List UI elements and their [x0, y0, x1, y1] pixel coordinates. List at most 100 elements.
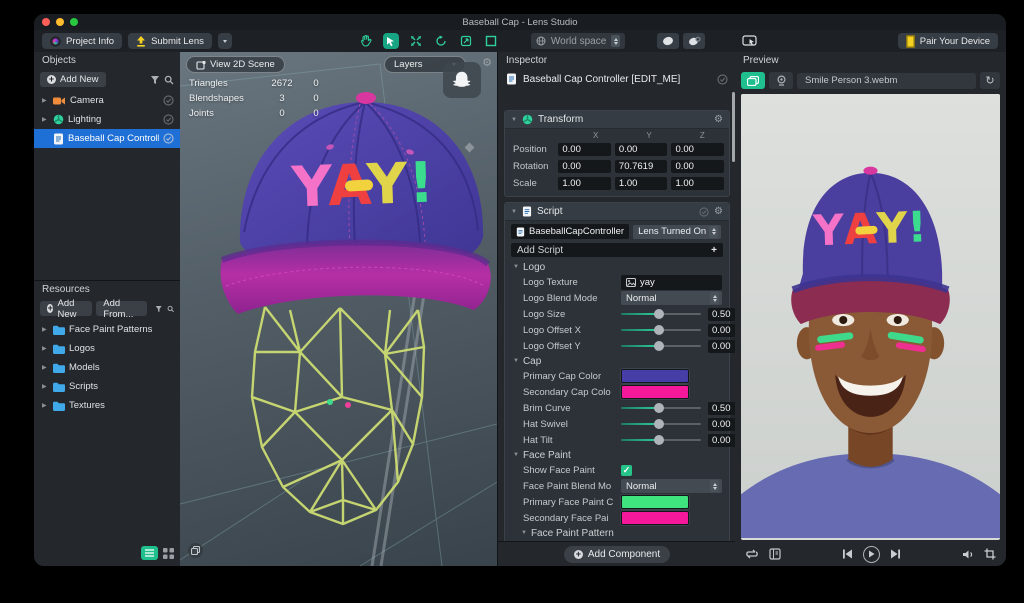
- logo-offset-y-slider[interactable]: [621, 340, 701, 352]
- logo-size-slider[interactable]: [621, 308, 701, 320]
- enabled-toggle-icon[interactable]: [163, 133, 174, 144]
- rect-tool-icon[interactable]: [483, 33, 499, 49]
- secondary-cap-color-swatch[interactable]: [621, 385, 689, 399]
- loop-icon[interactable]: [745, 548, 759, 560]
- select-tool-icon[interactable]: [383, 33, 399, 49]
- face-paint-blend-dropdown[interactable]: Normal: [621, 479, 722, 493]
- preview-video[interactable]: YAY!: [741, 94, 1000, 540]
- restart-preview-button[interactable]: ↻: [980, 72, 1000, 89]
- enabled-toggle-icon[interactable]: [699, 207, 709, 217]
- hat-tilt-value[interactable]: 0.00: [708, 434, 737, 447]
- filter-icon[interactable]: [155, 304, 162, 314]
- search-icon[interactable]: [164, 75, 174, 85]
- script-gear-icon[interactable]: ⚙: [714, 206, 723, 217]
- enabled-toggle-icon[interactable]: [717, 74, 728, 85]
- face-paint-pattern-header[interactable]: ▼ Face Paint Pattern: [505, 526, 729, 540]
- snapchat-ghost-button[interactable]: [443, 62, 481, 98]
- script-event-dropdown[interactable]: Lens Turned On: [633, 225, 721, 239]
- material-icon[interactable]: [657, 33, 679, 49]
- webcam-button[interactable]: [769, 72, 793, 89]
- crop-icon[interactable]: [984, 548, 996, 560]
- logo-offset-x-slider[interactable]: [621, 324, 701, 336]
- tree-item-baseball-cap-controller[interactable]: ▶ Baseball Cap Controller [EDI: [34, 129, 180, 148]
- script-asset-chip[interactable]: BaseballCapController: [511, 224, 629, 239]
- primary-face-paint-swatch[interactable]: [621, 495, 689, 509]
- expand-caret-icon[interactable]: ▶: [42, 364, 49, 371]
- logo-offset-y-value[interactable]: 0.00: [708, 340, 737, 353]
- grid-view-button[interactable]: [163, 548, 174, 559]
- expand-caret-icon[interactable]: ▶: [42, 383, 49, 390]
- expand-caret-icon[interactable]: ▶: [42, 326, 49, 333]
- logo-section-header[interactable]: ▼ Logo: [505, 260, 729, 274]
- logo-offset-x-value[interactable]: 0.00: [708, 324, 737, 337]
- logo-blend-dropdown[interactable]: Normal: [621, 291, 722, 305]
- collapse-caret-icon[interactable]: ▼: [511, 209, 517, 215]
- expand-caret-icon[interactable]: ▶: [42, 116, 49, 123]
- scale-x-field[interactable]: 1.00: [558, 177, 611, 190]
- play-button[interactable]: [863, 546, 880, 563]
- logo-texture-field[interactable]: yay: [621, 275, 722, 290]
- rotation-y-field[interactable]: 70.7619: [615, 160, 668, 173]
- snapshot-icon[interactable]: [188, 543, 203, 558]
- expand-caret-icon[interactable]: ▶: [42, 345, 49, 352]
- preview-source-dropdown[interactable]: Smile Person 3.webm: [797, 73, 976, 89]
- submit-lens-dropdown[interactable]: [218, 33, 232, 49]
- cap-section-header[interactable]: ▼ Cap: [505, 354, 729, 368]
- position-y-field[interactable]: 0.00: [615, 143, 668, 156]
- position-x-field[interactable]: 0.00: [558, 143, 611, 156]
- scale-z-field[interactable]: 1.00: [671, 177, 724, 190]
- rotation-x-field[interactable]: 0.00: [558, 160, 611, 173]
- enabled-toggle-icon[interactable]: [163, 114, 174, 125]
- inspected-object-row[interactable]: Baseball Cap Controller [EDIT_ME]: [498, 70, 736, 88]
- scene-viewport[interactable]: YAY! View 2D Scene Layers ⚙ Triangles267…: [180, 52, 497, 566]
- view-2d-scene-button[interactable]: View 2D Scene: [186, 56, 285, 73]
- show-face-paint-checkbox[interactable]: ✓: [621, 465, 632, 476]
- transform-gear-icon[interactable]: ⚙: [714, 114, 723, 125]
- rotate-tool-icon[interactable]: [433, 33, 449, 49]
- scale-y-field[interactable]: 1.00: [615, 177, 668, 190]
- folder-logos[interactable]: ▶ Logos: [34, 339, 180, 358]
- collapse-caret-icon[interactable]: ▼: [511, 117, 517, 123]
- objects-add-new-button[interactable]: + Add New: [40, 72, 106, 87]
- transform-tool-icon[interactable]: [458, 33, 474, 49]
- face-paint-section-header[interactable]: ▼ Face Paint: [505, 448, 729, 462]
- material-add-icon[interactable]: [683, 33, 705, 49]
- tree-item-camera[interactable]: ▶ Camera: [34, 91, 180, 110]
- position-z-field[interactable]: 0.00: [671, 143, 724, 156]
- overlay-panel-icon[interactable]: [769, 548, 781, 560]
- select-region-icon[interactable]: [741, 33, 757, 49]
- folder-models[interactable]: ▶ Models: [34, 358, 180, 377]
- folder-textures[interactable]: ▶ Textures: [34, 396, 180, 415]
- volume-icon[interactable]: [962, 549, 974, 560]
- list-view-button[interactable]: [141, 546, 158, 560]
- add-from-button[interactable]: Add From...: [96, 301, 147, 316]
- move-tool-icon[interactable]: [408, 33, 424, 49]
- hat-swivel-slider[interactable]: [621, 418, 701, 430]
- folder-scripts[interactable]: ▶ Scripts: [34, 377, 180, 396]
- brim-curve-value[interactable]: 0.50: [708, 402, 737, 415]
- tree-item-lighting[interactable]: ▶ Lighting: [34, 110, 180, 129]
- logo-size-value[interactable]: 0.50: [708, 308, 737, 321]
- filter-icon[interactable]: [150, 75, 160, 85]
- submit-lens-button[interactable]: Submit Lens: [128, 33, 212, 49]
- skip-back-icon[interactable]: [842, 549, 853, 559]
- pan-tool-icon[interactable]: [358, 33, 374, 49]
- project-info-button[interactable]: Project Info: [42, 33, 122, 49]
- rotation-z-field[interactable]: 0.00: [671, 160, 724, 173]
- scene-settings-gear-icon[interactable]: ⚙: [482, 56, 492, 69]
- enabled-toggle-icon[interactable]: [163, 95, 174, 106]
- media-source-button[interactable]: [741, 72, 765, 89]
- add-script-field[interactable]: Add Script +: [511, 243, 723, 257]
- primary-cap-color-swatch[interactable]: [621, 369, 689, 383]
- folder-face-paint-patterns[interactable]: ▶ Face Paint Patterns: [34, 320, 180, 339]
- brim-curve-slider[interactable]: [621, 402, 701, 414]
- secondary-face-paint-swatch[interactable]: [621, 511, 689, 525]
- search-icon[interactable]: [167, 304, 174, 314]
- hat-tilt-slider[interactable]: [621, 434, 701, 446]
- expand-caret-icon[interactable]: ▶: [42, 97, 49, 104]
- expand-caret-icon[interactable]: ▶: [42, 402, 49, 409]
- add-component-button[interactable]: + Add Component: [564, 546, 670, 563]
- resources-add-new-button[interactable]: + Add New: [40, 301, 92, 316]
- pair-device-button[interactable]: Pair Your Device: [898, 33, 998, 49]
- hat-swivel-value[interactable]: 0.00: [708, 418, 737, 431]
